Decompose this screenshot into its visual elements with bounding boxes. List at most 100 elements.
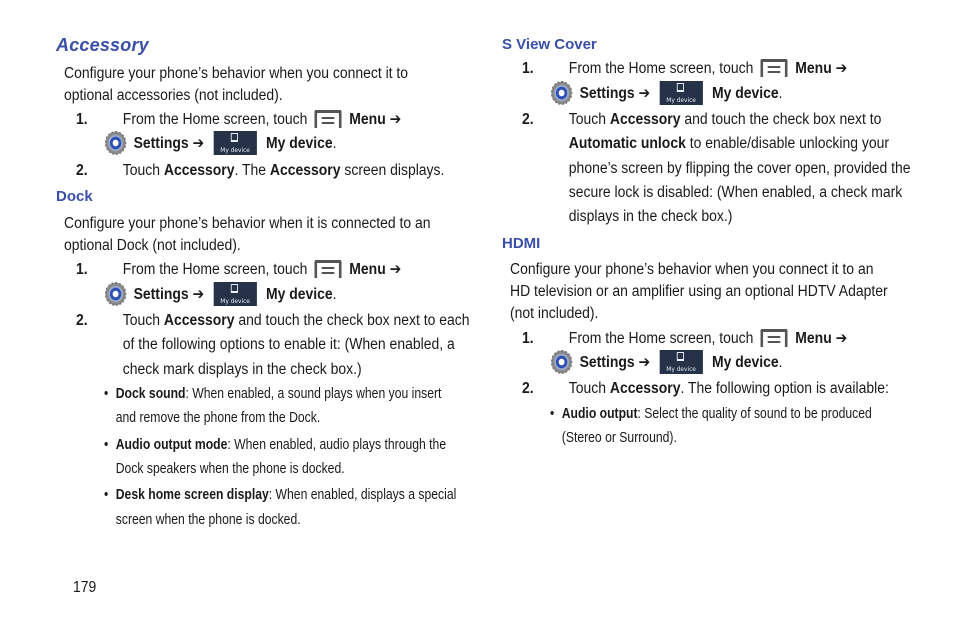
step-text: Settings ➔ My device My device. (550, 81, 783, 107)
text: Touch (122, 312, 164, 329)
text: Touch (568, 380, 610, 397)
intro-line: Configure your phone’s behavior when you… (510, 261, 874, 278)
section-heading-dock: Dock (56, 188, 93, 205)
arrow-icon: ➔ (638, 354, 651, 372)
bullet-text: Desk home screen display: When enabled, … (116, 483, 457, 508)
bullet-icon: • (550, 406, 555, 422)
text: screen displays. (340, 162, 445, 179)
settings-label: Settings (579, 85, 635, 103)
device-glyph-icon (230, 284, 238, 293)
step-text: Touch Accessory. The Accessory screen di… (123, 159, 445, 184)
page-number: 179 (73, 579, 97, 596)
step-text: Settings ➔ My device My device. (104, 131, 337, 157)
text: : When enabled, a sound plays when you i… (185, 386, 442, 402)
step-text: Settings ➔ My device My device. (550, 350, 783, 376)
text: and touch the check box next to (680, 111, 882, 128)
step-number: 2. (76, 162, 88, 179)
bold-text: Accessory (609, 380, 681, 397)
step-number: 1. (76, 111, 88, 128)
bullet-text: screen when the phone is docked. (115, 512, 301, 528)
hdmi-intro: Configure your phone’s behavior when you… (510, 259, 888, 325)
step-text: From the Home screen, touch Menu ➔ (123, 108, 401, 133)
bullet-text: Audio output mode: When enabled, audio p… (116, 433, 446, 458)
menu-label: Menu (795, 330, 832, 347)
my-device-icon: My device (213, 282, 257, 306)
step-text: secure lock is disabled: (When enabled, … (568, 184, 903, 201)
period: . (778, 354, 783, 372)
section-heading-s-view-cover: S View Cover (502, 36, 597, 53)
my-device-label: My device (711, 85, 779, 103)
intro-line: (not included). (510, 305, 599, 322)
step-text-part: From the Home screen, touch (568, 60, 754, 77)
gear-icon (104, 131, 127, 155)
settings-label: Settings (579, 354, 635, 372)
section-heading-hdmi: HDMI (502, 235, 541, 252)
my-device-icon: My device (659, 350, 703, 374)
step-text-part: From the Home screen, touch (568, 330, 754, 347)
period: . (332, 286, 337, 304)
accessory-intro: Configure your phone’s behavior when you… (64, 63, 408, 107)
my-device-label: My device (711, 354, 779, 372)
bullet-text: (Stereo or Surround). (561, 430, 677, 446)
bullet-text: and remove the phone from the Dock. (115, 410, 321, 426)
step-text: From the Home screen, touch Menu ➔ (569, 327, 847, 352)
menu-icon (760, 328, 788, 347)
my-device-caption: My device (666, 96, 696, 104)
step-text-part: From the Home screen, touch (122, 111, 308, 128)
step-number: 1. (522, 330, 534, 347)
step-text: Touch Accessory. The following option is… (569, 377, 889, 402)
my-device-caption: My device (220, 146, 250, 154)
text: . The (234, 162, 270, 179)
bullet-text: Audio output: Select the quality of soun… (562, 402, 872, 427)
settings-label: Settings (133, 286, 189, 304)
device-glyph-icon (676, 83, 684, 92)
bold-text: Accessory (269, 162, 341, 179)
my-device-caption: My device (666, 365, 696, 373)
section-heading-accessory: Accessory (56, 35, 149, 55)
step-text-part: From the Home screen, touch (122, 261, 308, 278)
step-text: Touch Accessory and touch the check box … (123, 309, 470, 334)
intro-line: Configure your phone’s behavior when it … (64, 215, 431, 232)
bullet-label: Desk home screen display (115, 487, 269, 503)
step-text: Touch Accessory and touch the check box … (569, 108, 882, 133)
text: to enable/disable unlocking your (685, 135, 890, 152)
step-text: From the Home screen, touch Menu ➔ (123, 258, 401, 283)
step-number: 2. (522, 111, 534, 128)
my-device-icon: My device (213, 131, 257, 155)
my-device-icon: My device (659, 81, 703, 105)
text: Touch (568, 111, 610, 128)
my-device-label: My device (265, 286, 333, 304)
menu-icon (760, 58, 788, 77)
step-number: 1. (522, 60, 534, 77)
step-text: displays in the check box.) (568, 208, 733, 225)
text: . The following option is available: (680, 380, 889, 397)
arrow-icon: ➔ (835, 60, 848, 77)
intro-line: optional accessories (not included). (64, 87, 283, 104)
text: : When enabled, displays a special (268, 487, 457, 503)
gear-icon (104, 282, 127, 306)
step-number: 1. (76, 261, 88, 278)
intro-line: HD television or an amplifier using an o… (510, 283, 888, 300)
dock-intro: Configure your phone’s behavior when it … (64, 213, 431, 257)
bullet-label: Dock sound (115, 386, 186, 402)
menu-label: Menu (349, 261, 386, 278)
step-text: check mark displays in the check box.) (122, 361, 362, 378)
arrow-icon: ➔ (192, 135, 205, 153)
step-number: 2. (522, 380, 534, 397)
arrow-icon: ➔ (192, 286, 205, 304)
menu-label: Menu (795, 60, 832, 77)
arrow-icon: ➔ (638, 85, 651, 103)
bullet-label: Audio output mode (115, 437, 228, 453)
bullet-label: Audio output (561, 406, 638, 422)
arrow-icon: ➔ (835, 330, 848, 347)
bold-text: Accessory (163, 312, 235, 329)
period: . (778, 85, 783, 103)
period: . (332, 135, 337, 153)
step-text: Automatic unlock to enable/disable unloc… (569, 132, 889, 157)
arrow-icon: ➔ (389, 261, 402, 278)
gear-icon (550, 81, 573, 105)
gear-icon (550, 350, 573, 374)
menu-icon (314, 259, 342, 278)
bullet-icon: • (104, 386, 109, 402)
bullet-icon: • (104, 437, 109, 453)
